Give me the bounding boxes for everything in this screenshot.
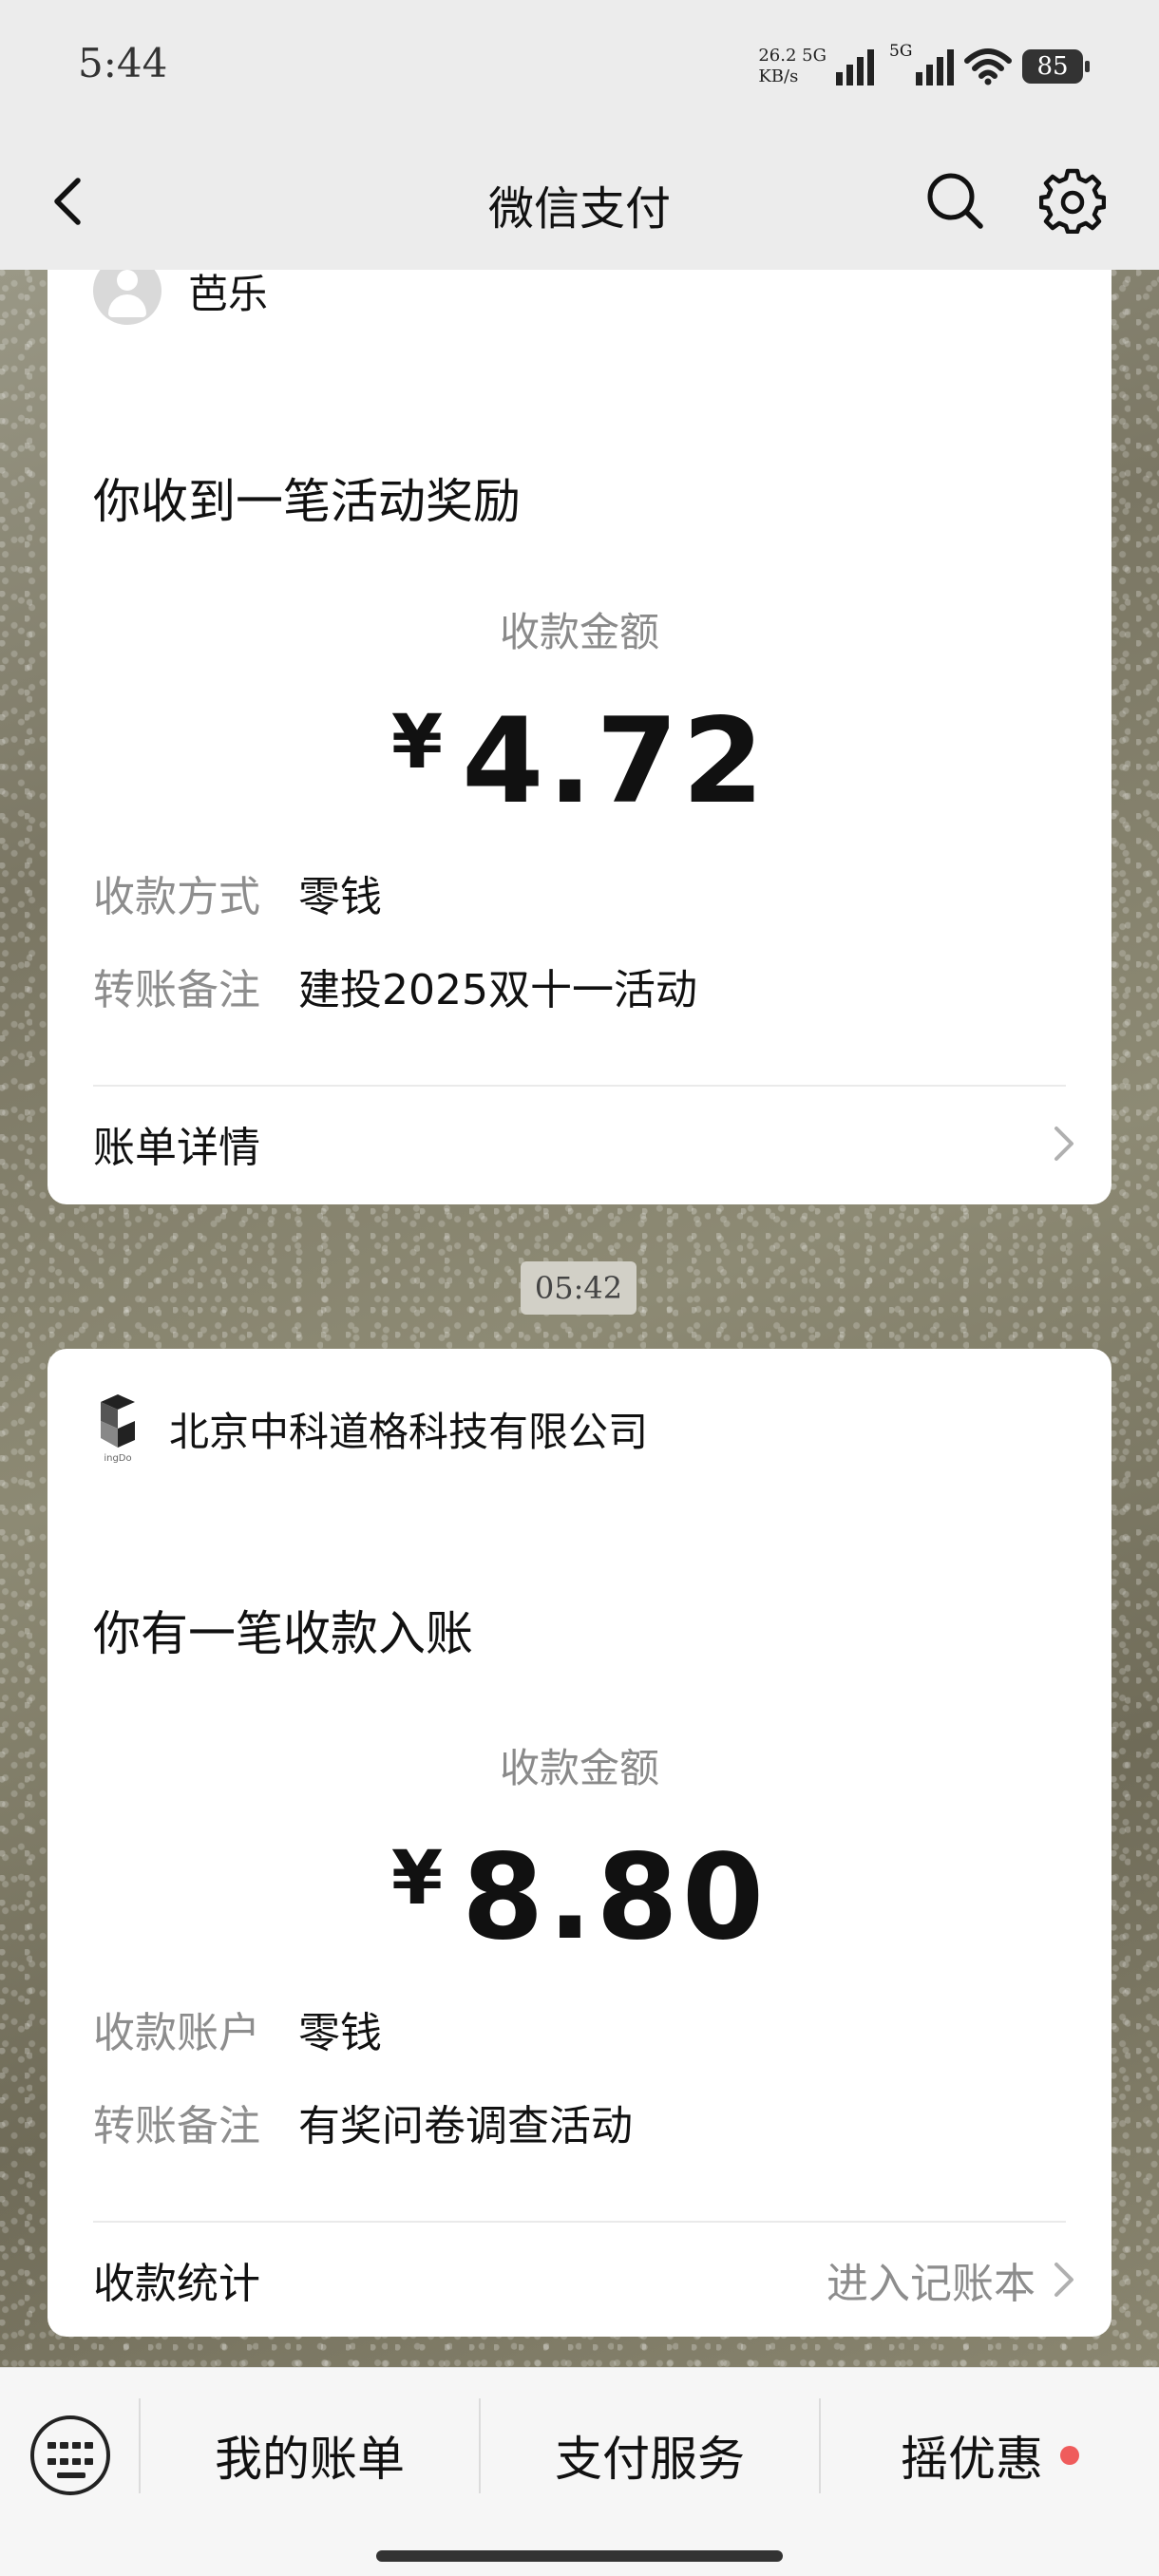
message-headline: 你收到一笔活动奖励 (93, 474, 521, 529)
detail-key: 转账备注 (93, 966, 260, 1014)
chevron-right-icon (1054, 2263, 1074, 2297)
bottom-menu-bar: 我的账单 支付服务 摇优惠 (0, 2367, 1159, 2576)
detail-row-note: 转账备注 建投2025双十一活动 (93, 956, 697, 1016)
detail-row-method: 收款方式 零钱 (93, 862, 382, 923)
status-bar: 5:44 26.2 5G KB/s 5G 85 (0, 0, 1159, 133)
status-indicators: 26.2 5G KB/s 5G 85 (758, 38, 1090, 95)
search-icon[interactable] (923, 169, 986, 232)
menu-shake-deals[interactable]: 摇优惠 (821, 2406, 1159, 2505)
footer-label: 账单详情 (93, 1124, 260, 1172)
timestamp-divider: 05:42 (521, 1261, 636, 1315)
sender-name: 北京中科道格科技有限公司 (169, 1408, 649, 1455)
detail-value: 零钱 (298, 2009, 382, 2057)
wifi-icon (964, 48, 1012, 85)
network-type-label: 5G (802, 46, 826, 66)
detail-row-account: 收款账户 零钱 (93, 1998, 382, 2059)
network-speed: 26.2 5G KB/s (758, 46, 826, 87)
detail-value: 有奖问卷调查活动 (298, 2102, 633, 2150)
battery-indicator: 85 (1022, 49, 1090, 84)
settings-gear-icon[interactable] (1039, 167, 1106, 234)
menu-shake-deals-label: 摇优惠 (901, 2432, 1043, 2487)
bill-details-link[interactable]: 账单详情 (93, 1113, 1077, 1174)
avatar (93, 270, 162, 325)
divider (93, 1085, 1066, 1087)
message-headline: 你有一笔收款入账 (93, 1606, 473, 1661)
footer-label: 收款统计 (93, 2260, 260, 2308)
currency-symbol: ¥ (390, 700, 444, 786)
detail-row-note: 转账备注 有奖问卷调查活动 (93, 2092, 633, 2152)
detail-key: 收款方式 (93, 873, 260, 921)
chevron-right-icon (1054, 1127, 1074, 1161)
detail-key: 收款账户 (93, 2009, 260, 2057)
status-time: 5:44 (78, 40, 168, 86)
detail-value: 建投2025双十一活动 (298, 966, 697, 1014)
currency-symbol: ¥ (390, 1836, 444, 1922)
signal-strength-2-icon: 5G (889, 42, 954, 85)
amount-number: 4.72 (462, 693, 769, 830)
detail-key: 转账备注 (93, 2102, 260, 2150)
receipt-stats-link[interactable]: 收款统计 进入记账本 (93, 2249, 1077, 2310)
amount-number: 8.80 (462, 1829, 769, 1966)
payment-message-card-1[interactable]: 芭乐 你收到一笔活动奖励 收款金额 ¥4.72 收款方式 零钱 转账备注 建投2… (48, 270, 1112, 1204)
open-ledger-link[interactable]: 进入记账本 (826, 2249, 1036, 2310)
network-type-2-label: 5G (889, 42, 913, 61)
sender-name: 芭乐 (188, 270, 269, 317)
amount-value: ¥8.80 (48, 1829, 1112, 1966)
menu-my-bills[interactable]: 我的账单 (141, 2406, 479, 2505)
notification-dot (1060, 2446, 1079, 2465)
svg-text:ingDo: ingDo (104, 1453, 131, 1464)
sender-row: ingDo 北京中科道格科技有限公司 (93, 1392, 648, 1465)
keyboard-icon[interactable] (30, 2415, 110, 2495)
network-speed-value: 26.2 (758, 46, 797, 66)
amount-label: 收款金额 (499, 609, 659, 655)
divider (93, 2221, 1066, 2223)
menu-payment-services[interactable]: 支付服务 (481, 2406, 819, 2505)
navigation-bar: 微信支付 (0, 133, 1159, 270)
signal-strength-icon (836, 47, 874, 85)
footer-right: 进入记账本 (826, 2249, 1077, 2310)
amount-label: 收款金额 (499, 1745, 659, 1791)
company-logo-icon: ingDo (101, 1394, 135, 1464)
home-indicator[interactable] (376, 2550, 783, 2562)
detail-value: 零钱 (298, 873, 382, 921)
amount-value: ¥4.72 (48, 693, 1112, 830)
sender-row: 芭乐 (93, 270, 268, 325)
footer-right (1049, 1123, 1077, 1165)
network-speed-unit: KB/s (758, 66, 799, 86)
payment-message-card-2[interactable]: ingDo 北京中科道格科技有限公司 你有一笔收款入账 收款金额 ¥8.80 收… (48, 1349, 1112, 2337)
